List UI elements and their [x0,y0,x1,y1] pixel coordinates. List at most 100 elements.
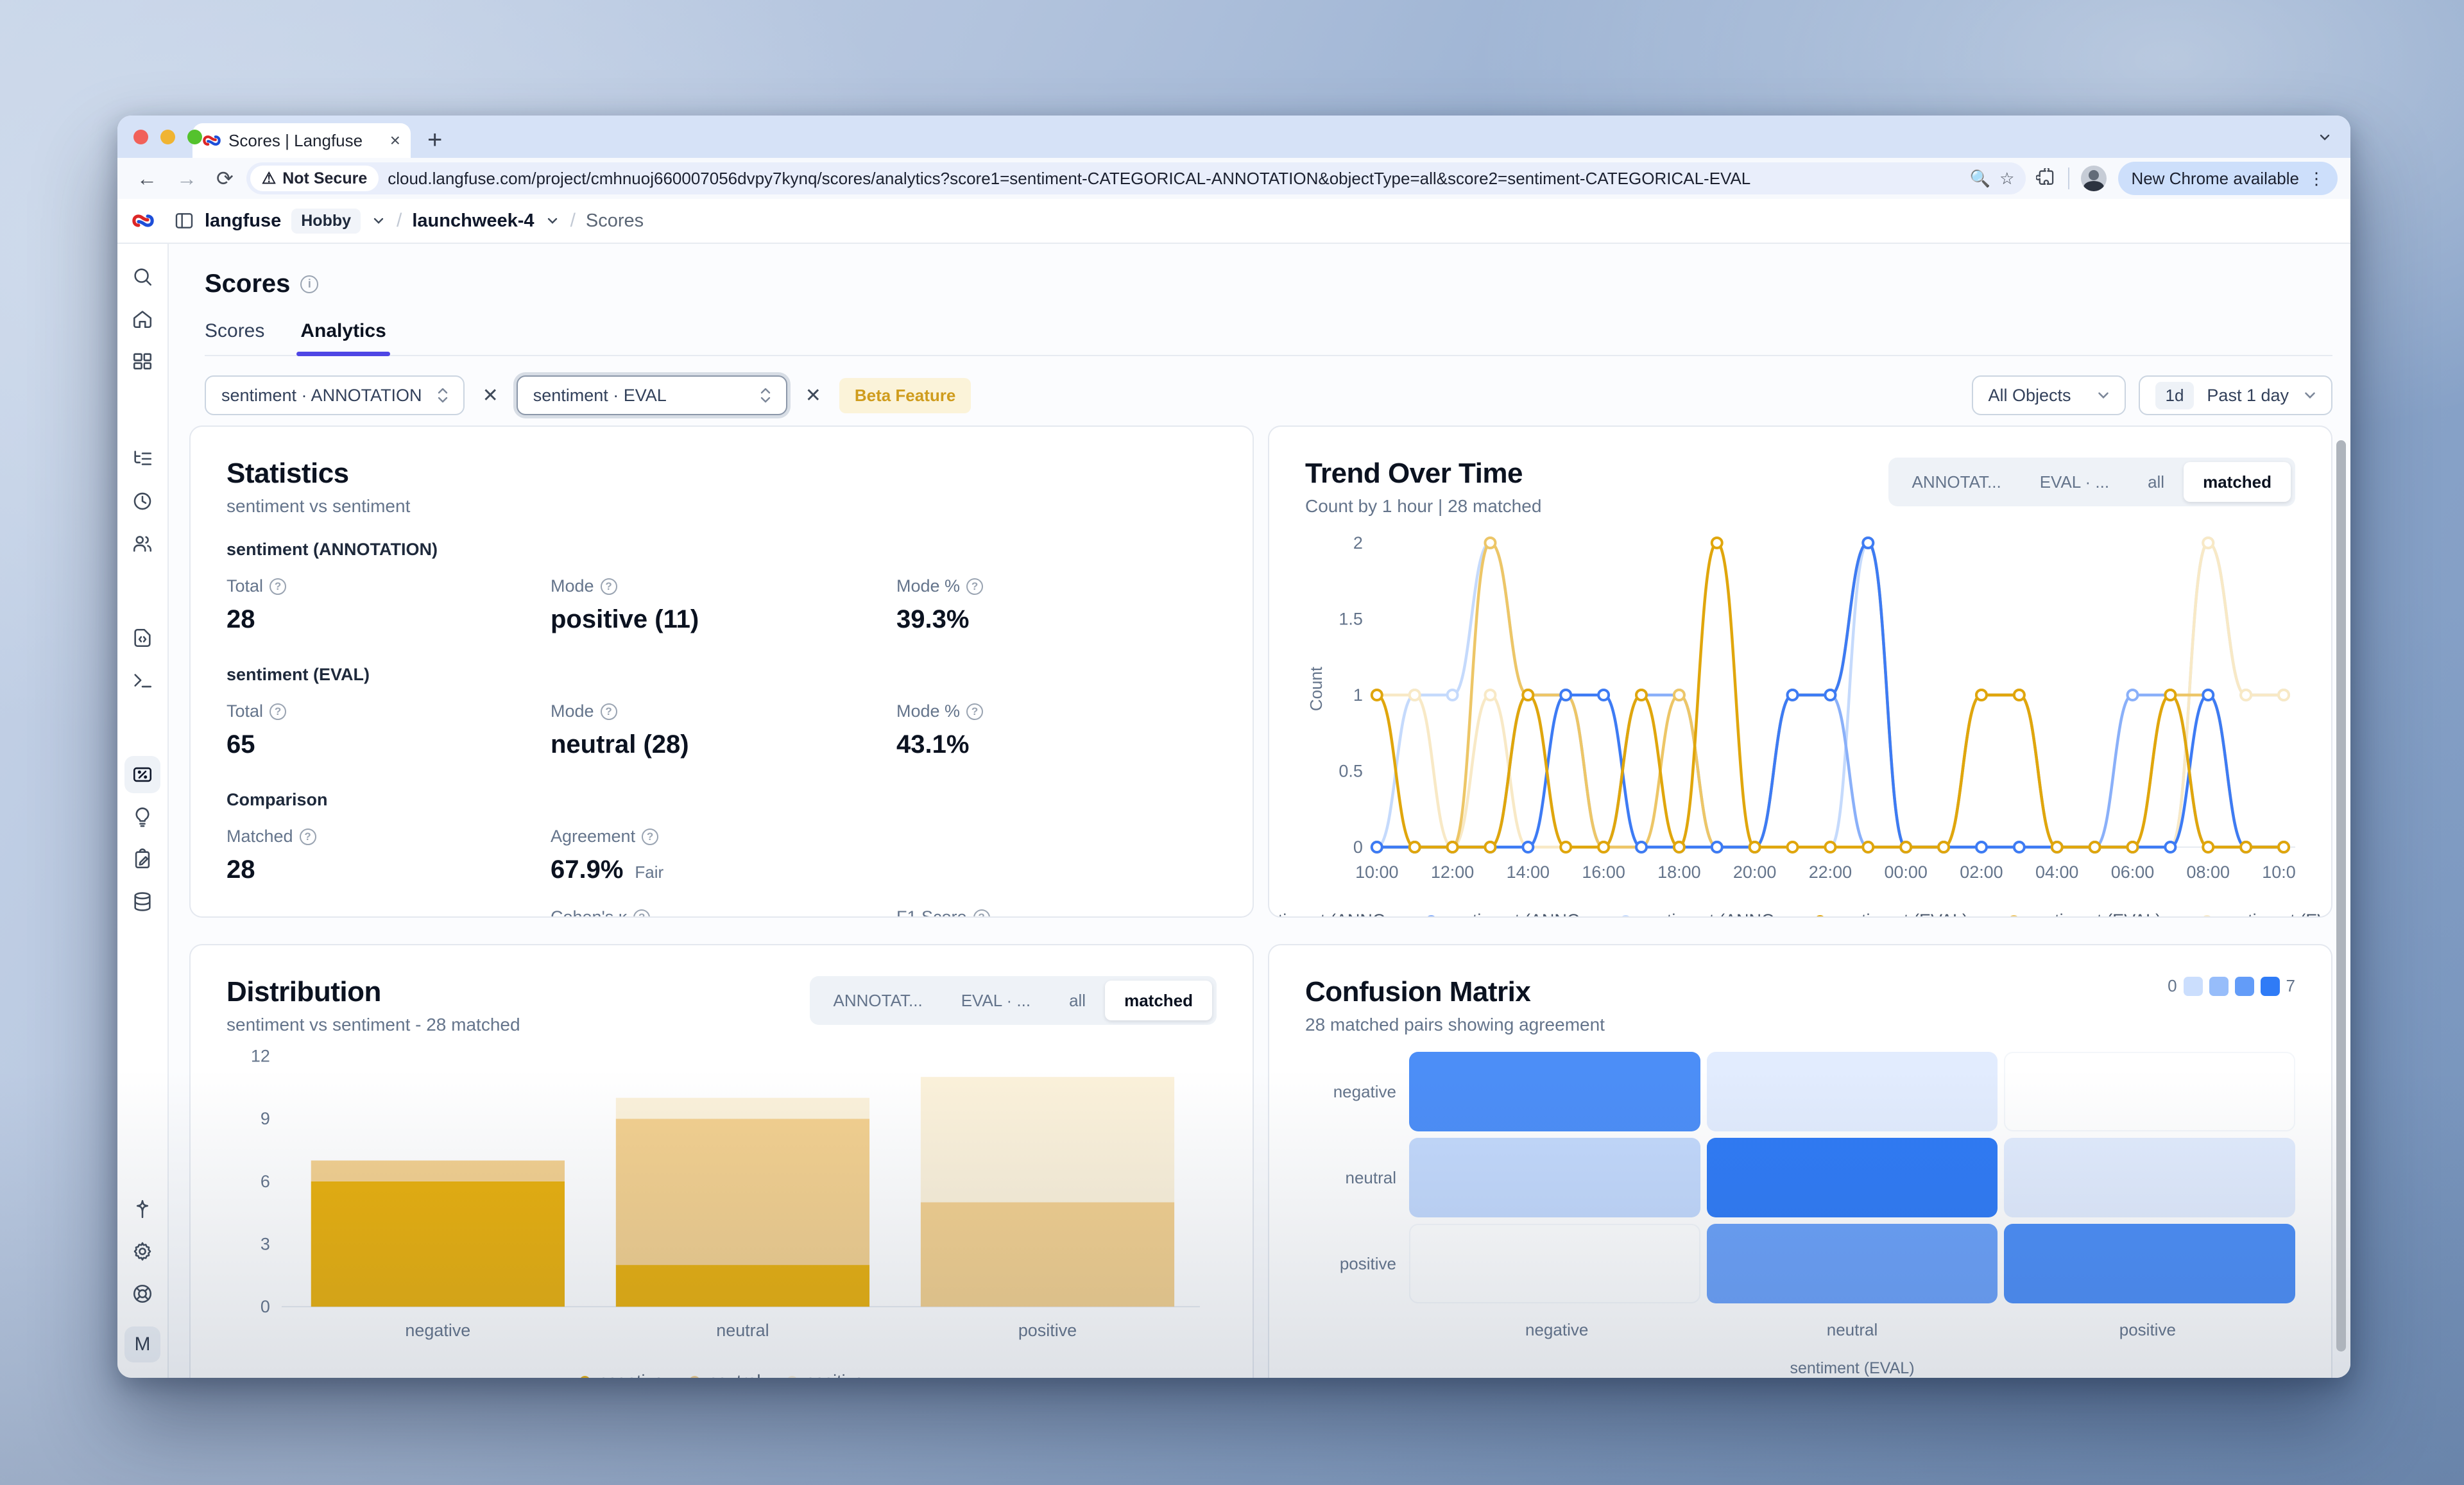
browser-tab[interactable]: Scores | Langfuse × [193,123,411,158]
bookmark-star-icon[interactable]: ☆ [1999,169,2014,189]
tab-close-icon[interactable]: × [390,132,400,150]
toggle-matched[interactable]: matched [1105,981,1212,1020]
scrollbar-thumb[interactable] [2336,440,2346,1352]
help-icon[interactable] [601,703,617,720]
col-label: positive [2000,1320,2295,1340]
sidebar-item-prompts[interactable] [124,619,160,657]
toggle-eval[interactable]: EVAL · ... [942,981,1050,1020]
tab-title: Scores | Langfuse [228,131,382,151]
user-avatar[interactable]: M [124,1326,160,1362]
confusion-cell-positive-neutral[interactable] [1707,1224,1998,1303]
sidebar-item-sessions[interactable] [124,483,160,520]
project-chevron-down-icon[interactable] [545,213,560,228]
confusion-cell-positive-positive[interactable] [2004,1224,2295,1303]
url-text[interactable]: cloud.langfuse.com/project/cmhnuoj660007… [388,169,1961,189]
new-tab-button[interactable]: + [427,127,442,153]
help-icon[interactable] [973,909,990,918]
toolbar-right: New Chrome available ⋮ [2032,162,2338,195]
toggle-eval[interactable]: EVAL · ... [2021,462,2128,502]
toggle-all[interactable]: all [1050,981,1105,1020]
legend-item[interactable]: positive [787,1371,864,1378]
chrome-menu-icon[interactable]: ⋮ [2308,169,2325,189]
stat-label-mode: Mode [551,701,896,721]
data-point [2128,842,2138,852]
toggle-matched[interactable]: matched [2184,462,2291,502]
confusion-cell-positive-negative[interactable] [1409,1224,1700,1303]
zoom-page-icon[interactable]: 🔍 [1970,169,1990,189]
stat-eval-total: 65 [227,730,551,759]
breadcrumb-org[interactable]: langfuse [205,210,281,232]
sidebar-toggle-icon[interactable] [174,210,194,231]
confusion-cell-negative-negative[interactable] [1409,1052,1700,1131]
sidebar-item-evaluation[interactable] [124,798,160,836]
org-chevron-down-icon[interactable] [371,213,386,228]
new-chrome-button[interactable]: New Chrome available ⋮ [2118,162,2338,195]
data-point [1448,842,1458,852]
help-icon[interactable] [633,909,650,918]
sidebar-item-annotation[interactable] [124,841,160,878]
sidebar-item-whats-new[interactable] [124,1190,160,1228]
toggle-all[interactable]: all [2128,462,2184,502]
reload-icon[interactable]: ⟳ [210,168,240,189]
score1-remove-button[interactable]: ✕ [479,384,502,407]
close-window-button[interactable] [133,130,148,144]
confusion-cell-neutral-negative[interactable] [1409,1138,1700,1217]
toggle-annotation[interactable]: ANNOTAT... [814,981,942,1020]
confusion-cell-neutral-neutral[interactable] [1707,1138,1998,1217]
help-icon[interactable] [642,828,658,845]
sidebar-item-datasets[interactable] [124,883,160,920]
info-icon[interactable] [300,275,318,293]
sidebar-item-playground[interactable] [124,662,160,699]
help-icon[interactable] [966,703,983,720]
help-icon[interactable] [300,828,316,845]
legend-item[interactable]: sentiment (ANNO... [1268,911,1400,918]
legend-item[interactable]: sentiment (ANNO... [1426,911,1595,918]
date-range-select[interactable]: 1d Past 1 day [2139,375,2333,415]
extensions-icon[interactable] [2036,168,2057,189]
not-secure-chip[interactable]: ⚠ Not Secure [250,166,379,191]
sidebar-item-tracing[interactable] [124,440,160,477]
object-type-select[interactable]: All Objects [1972,375,2126,415]
toggle-annotation[interactable]: ANNOTAT... [1893,462,2021,502]
confusion-cell-negative-neutral[interactable] [1707,1052,1998,1131]
sidebar-item-settings[interactable] [124,1233,160,1270]
tab-scores[interactable]: Scores [205,320,264,355]
zoom-window-button[interactable] [187,130,202,144]
data-point [2165,842,2175,852]
breadcrumb-project[interactable]: launchweek-4 [412,210,534,232]
score2-remove-button[interactable]: ✕ [801,384,825,407]
sidebar-item-dashboards[interactable] [124,343,160,380]
sidebar-item-search[interactable] [124,258,160,295]
back-icon[interactable]: ← [130,168,164,189]
sidebar-item-scores[interactable] [124,756,160,793]
address-bar[interactable]: ⚠ Not Secure cloud.langfuse.com/project/… [246,162,2026,194]
help-icon[interactable] [270,703,286,720]
sidebar-item-users[interactable] [124,525,160,562]
profile-avatar[interactable] [2081,166,2107,191]
data-point [2203,690,2213,700]
plan-badge[interactable]: Hobby [291,209,361,234]
confusion-cell-neutral-positive[interactable] [2004,1138,2295,1217]
legend-item[interactable]: neutral [689,1371,761,1378]
score2-select[interactable]: sentiment · EVAL [517,375,787,415]
scale-max: 7 [2286,976,2295,996]
sidebar-item-home[interactable] [124,300,160,338]
legend-item[interactable]: sentiment (ANNO... [1620,911,1789,918]
minimize-window-button[interactable] [160,130,175,144]
legend-item[interactable]: sentiment (EVAL)... [1815,911,1982,918]
tab-analytics[interactable]: Analytics [300,320,386,355]
langfuse-logo-icon[interactable] [132,210,154,232]
tab-search-chevron-icon[interactable] [2313,126,2336,149]
forward-icon[interactable]: → [170,168,203,189]
score1-select[interactable]: sentiment · ANNOTATION [205,375,465,415]
sidebar-item-support[interactable] [124,1275,160,1312]
legend-item[interactable]: negative [579,1371,663,1378]
data-point [1825,842,1835,852]
legend-item[interactable]: sentiment (EVAL)... [2008,911,2176,918]
legend-item[interactable]: sentiment (EVAL)... [2202,911,2332,918]
help-icon[interactable] [601,578,617,595]
confusion-cell-negative-positive[interactable] [2004,1052,2295,1131]
help-icon[interactable] [966,578,983,595]
help-icon[interactable] [270,578,286,595]
data-point [1938,842,1949,852]
